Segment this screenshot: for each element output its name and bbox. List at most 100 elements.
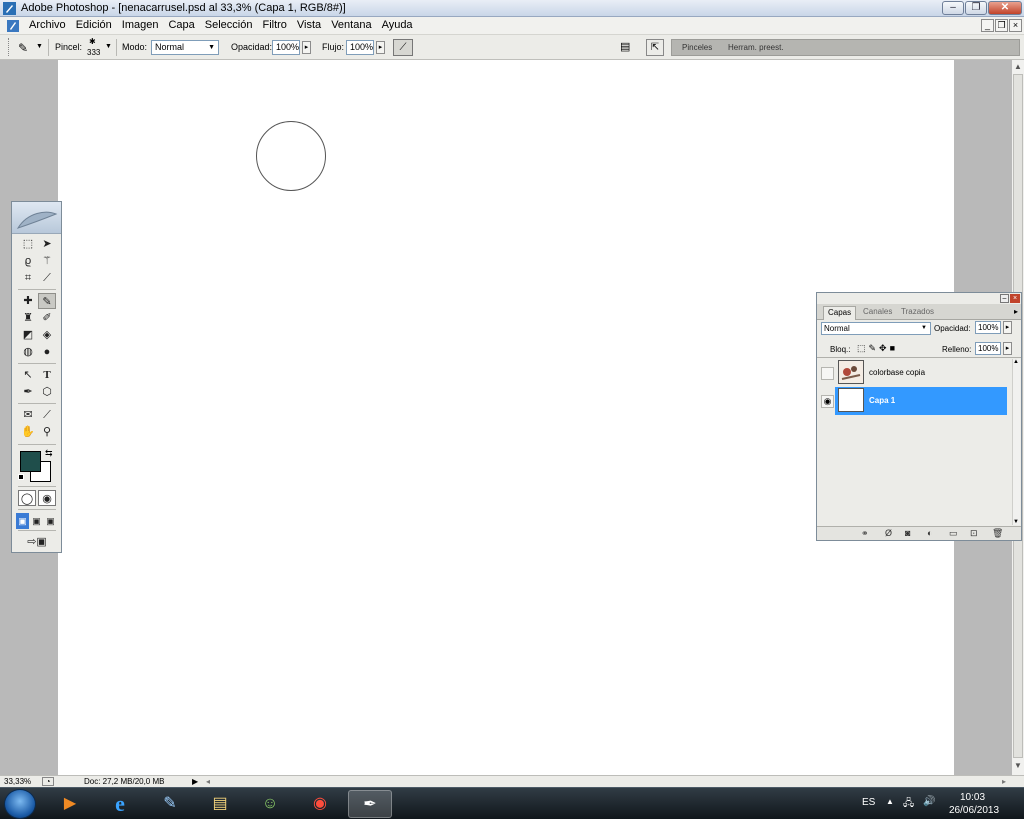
menu-vista[interactable]: Vista [292,19,326,31]
pen-tool-icon[interactable]: ✒ [19,384,37,400]
layer-row[interactable]: Capa 1 [835,387,1007,415]
flow-slider-button[interactable]: ▸ [376,41,385,54]
file-browser-icon[interactable]: ⇱ [646,39,664,56]
swap-colors-icon[interactable]: ⇆ [45,448,53,459]
brush-tip-icon[interactable]: ✱ [89,37,96,46]
brush-tool-icon[interactable]: ✎ [18,41,28,55]
panel-menu-icon[interactable]: ▸ [1014,307,1018,316]
tab-trazados[interactable]: Trazados [897,306,938,320]
layer-style-icon[interactable]: Ø [885,528,892,538]
layer-row[interactable]: colorbase copia [835,359,1007,387]
brush-tool-icon[interactable]: ✎ [38,293,56,309]
new-layer-icon[interactable]: ⊡ [970,528,978,539]
adjustment-layer-icon[interactable]: ◐ [927,528,932,538]
scroll-up-arrow-icon[interactable]: ▲ [1013,359,1019,365]
volume-icon[interactable]: 🔊 [923,796,935,807]
paint-icon[interactable]: ✎ [148,790,192,818]
trash-icon[interactable]: 🗑 [992,528,1003,539]
chrome-icon[interactable]: ◉ [298,790,342,818]
close-button[interactable]: ✕ [988,1,1022,15]
lock-icons[interactable]: ⬚✎✥■ [857,343,898,354]
zoom-level[interactable]: 33,33% [4,777,31,786]
magic-wand-tool-icon[interactable]: ⚚ [38,253,56,269]
layer-visibility-toggle[interactable] [821,367,834,380]
jump-to-imageready-icon[interactable]: ⇨▣ [18,534,56,550]
menu-seleccion[interactable]: Selección [200,19,258,31]
scroll-down-arrow-icon[interactable]: ▼ [1013,519,1019,525]
menu-ventana[interactable]: Ventana [326,19,376,31]
healing-brush-tool-icon[interactable]: ✚ [19,293,37,309]
restore-button[interactable]: ❐ [965,1,987,15]
network-icon[interactable]: 🖧 [903,796,914,813]
eye-icon[interactable]: ◉ [821,395,834,408]
clock-date[interactable]: 26/06/2013 [949,805,999,816]
full-screen-mode-icon[interactable]: ▣ [44,513,57,529]
doc-restore-button[interactable]: ❐ [995,19,1008,32]
opacity-input[interactable]: 100% [272,40,300,55]
scroll-right-arrow-icon[interactable]: ▸ [1002,777,1006,786]
document-icon[interactable] [6,19,20,33]
airbrush-toggle[interactable]: ⟋ [393,39,413,56]
status-menu-icon[interactable]: ◔ [42,777,54,786]
scroll-up-arrow-icon[interactable]: ▲ [1012,62,1024,74]
scroll-down-arrow-icon[interactable]: ▼ [1012,761,1024,773]
tab-capas[interactable]: Capas [823,306,857,320]
paint-bucket-tool-icon[interactable]: ◈ [38,327,56,343]
hand-tool-icon[interactable]: ✋ [19,424,37,440]
shape-tool-icon[interactable]: ⬡ [38,384,56,400]
opacity-slider-button[interactable]: ▸ [302,41,311,54]
menu-edicion[interactable]: Edición [71,19,117,31]
marquee-tool-icon[interactable]: ⬚ [19,236,37,252]
palette-well-icon[interactable]: ▤ [620,40,634,54]
brush-picker-arrow-icon[interactable]: ▼ [105,43,112,50]
standard-screen-mode-icon[interactable]: ▣ [16,513,29,529]
fill-input[interactable]: 100% [975,342,1001,355]
foreground-color-swatch[interactable] [20,451,41,472]
panel-close-icon[interactable]: × [1010,294,1020,303]
file-explorer-icon[interactable]: ▤ [198,790,242,818]
panel-minimize-icon[interactable]: – [1000,294,1009,303]
standard-mode-icon[interactable]: ◯ [18,490,36,506]
doc-minimize-button[interactable]: _ [981,19,994,32]
fill-slider-button[interactable]: ▸ [1003,342,1012,355]
slice-tool-icon[interactable]: ⟋ [38,270,56,286]
start-button[interactable] [4,789,36,819]
menu-capa[interactable]: Capa [163,19,199,31]
notes-tool-icon[interactable]: ✉ [19,407,37,423]
full-screen-menu-mode-icon[interactable]: ▣ [30,513,43,529]
eyedropper-tool-icon[interactable]: ⟋ [38,407,56,423]
tools-palette-header[interactable] [12,202,61,234]
menu-imagen[interactable]: Imagen [117,19,164,31]
move-tool-icon[interactable]: ➤ [38,236,56,252]
scroll-left-arrow-icon[interactable]: ◂ [206,777,210,786]
menu-ayuda[interactable]: Ayuda [377,19,418,31]
layers-scrollbar[interactable]: ▲ ▼ [1012,359,1020,525]
default-colors-icon[interactable] [18,474,24,480]
dodge-tool-icon[interactable]: ● [38,344,56,360]
tab-canales[interactable]: Canales [859,306,896,320]
language-indicator[interactable]: ES [862,797,875,808]
crop-tool-icon[interactable]: ⌗ [19,270,37,286]
type-tool-icon[interactable]: T [38,367,56,383]
grip-handle[interactable] [8,38,10,56]
blur-tool-icon[interactable]: ◍ [19,344,37,360]
zoom-tool-icon[interactable]: ⚲ [38,424,56,440]
layer-opacity-input[interactable]: 100% [975,321,1001,334]
messenger-icon[interactable]: ☺ [248,790,292,818]
new-group-icon[interactable]: ▭ [949,528,958,539]
lasso-tool-icon[interactable]: ϱ [19,253,37,269]
mode-select[interactable]: Normal ▼ [151,40,219,55]
history-brush-tool-icon[interactable]: ✐ [38,310,56,326]
clone-stamp-tool-icon[interactable]: ♜ [19,310,37,326]
tab-herram-preest[interactable]: Herram. preest. [728,43,784,52]
doc-close-button[interactable]: × [1009,19,1022,32]
layer-mask-icon[interactable]: ◙ [905,528,910,538]
flow-input[interactable]: 100% [346,40,374,55]
layer-opacity-slider-button[interactable]: ▸ [1003,321,1012,334]
internet-explorer-icon[interactable]: e [98,790,142,818]
status-arrow-icon[interactable]: ▶ [192,777,198,786]
media-player-icon[interactable]: ▶ [48,790,92,818]
tool-preset-arrow-icon[interactable]: ▼ [36,43,43,50]
quick-mask-mode-icon[interactable]: ◉ [38,490,56,506]
menu-filtro[interactable]: Filtro [257,19,291,31]
